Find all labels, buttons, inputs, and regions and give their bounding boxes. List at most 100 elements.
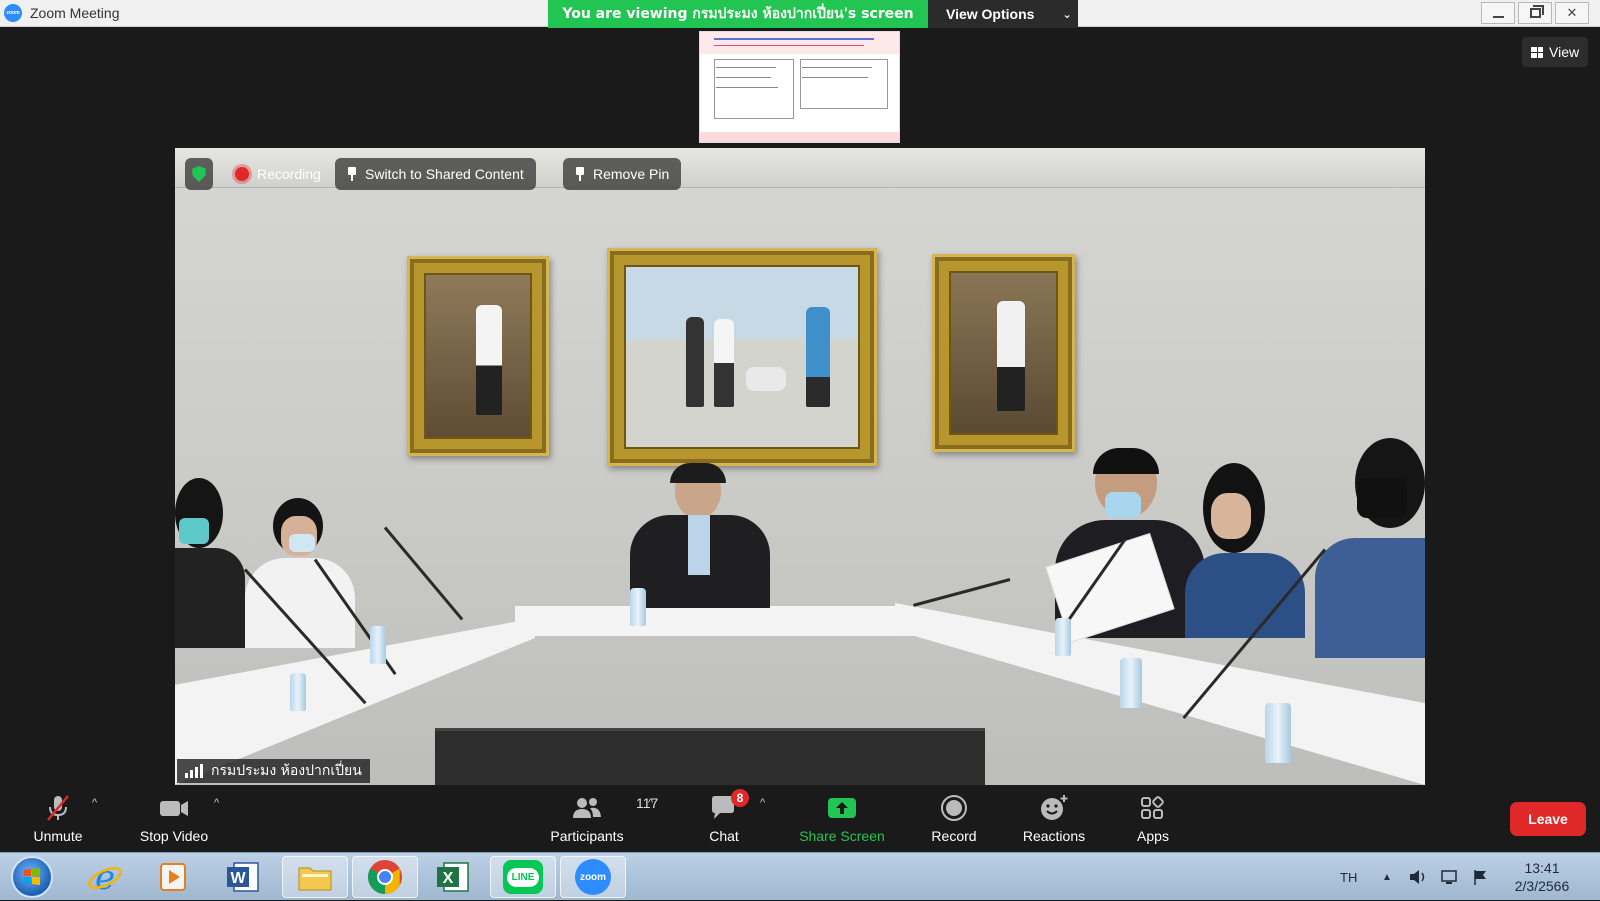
chat-button[interactable]: 8 Chat	[704, 789, 749, 844]
view-options-label: View Options	[946, 6, 1035, 22]
participant-name: กรมประมง ห้องปากเปี่ยน	[211, 763, 362, 779]
close-button[interactable]: ✕	[1555, 2, 1589, 24]
record-button[interactable]: Record	[928, 793, 980, 844]
view-layout-label: View	[1549, 44, 1580, 60]
smiley-icon	[1038, 793, 1070, 823]
chairman-person	[630, 463, 770, 608]
line-icon: LINE	[503, 860, 543, 894]
water-bottle	[290, 673, 306, 711]
close-icon: ✕	[1566, 5, 1578, 20]
network-icon[interactable]	[1440, 853, 1460, 901]
action-center-flag-icon[interactable]	[1472, 853, 1490, 901]
reactions-button[interactable]: Reactions	[1018, 793, 1090, 844]
excel-icon: X	[437, 862, 469, 892]
apps-button[interactable]: Apps	[1132, 793, 1174, 844]
view-layout-button[interactable]: View	[1522, 37, 1589, 67]
recording-indicator[interactable]: Recording	[223, 158, 333, 190]
language-indicator[interactable]: TH	[1340, 853, 1357, 901]
line-app-text: LINE	[506, 867, 540, 887]
word-icon: W	[227, 862, 259, 892]
svg-text:W: W	[230, 870, 246, 887]
zoom-taskbar-button[interactable]: zoom	[560, 856, 626, 898]
zoom-logo-icon: zoom	[4, 4, 22, 22]
portrait-frame-right	[932, 254, 1075, 452]
excel-taskbar-button[interactable]: X	[420, 856, 486, 898]
pin-icon	[347, 167, 357, 181]
stop-video-label: Stop Video	[139, 828, 209, 844]
leave-meeting-button[interactable]: Leave	[1510, 802, 1586, 836]
water-bottle	[370, 626, 386, 664]
remove-pin-button[interactable]: Remove Pin	[563, 158, 682, 190]
switch-to-shared-content-label: Switch to Shared Content	[365, 166, 524, 182]
meeting-toolbar: Unmute ^ Stop Video ^ 117 Participants ^	[0, 785, 1600, 852]
media-player-taskbar-button[interactable]	[140, 856, 206, 898]
show-hidden-icons-icon[interactable]: ▲	[1382, 853, 1392, 901]
security-chip[interactable]	[185, 158, 213, 190]
apps-label: Apps	[1137, 828, 1169, 844]
volume-icon[interactable]	[1408, 853, 1428, 901]
video-options-caret-icon[interactable]: ^	[214, 797, 219, 809]
participant-name-tag: กรมประมง ห้องปากเปี่ยน	[177, 759, 370, 783]
share-screen-label: Share Screen	[799, 828, 885, 844]
svg-text:e: e	[95, 858, 115, 896]
participant-woman-right	[1185, 463, 1305, 638]
chat-badge: 8	[731, 789, 749, 807]
pin-icon	[575, 167, 585, 181]
record-label: Record	[931, 828, 977, 844]
restore-icon	[1529, 8, 1541, 18]
taskbar-clock[interactable]: 13:41 2/3/2566	[1506, 859, 1578, 895]
recording-label: Recording	[257, 166, 321, 182]
shared-screen-thumbnail[interactable]	[699, 31, 900, 143]
water-bottle	[1265, 703, 1291, 763]
participant-woman-left	[245, 498, 355, 648]
remove-pin-label: Remove Pin	[593, 166, 670, 182]
reactions-label: Reactions	[1022, 828, 1086, 844]
chevron-down-icon: ⌄	[1062, 8, 1072, 21]
line-taskbar-button[interactable]: LINE	[490, 856, 556, 898]
participants-icon	[573, 798, 601, 818]
internet-explorer-taskbar-button[interactable]: e	[72, 856, 138, 898]
share-screen-button[interactable]: Share Screen	[796, 793, 888, 844]
meeting-area: View Recording Switch to Shared Content …	[0, 28, 1600, 785]
switch-to-shared-content-button[interactable]: Switch to Shared Content	[335, 158, 536, 190]
share-screen-icon	[826, 793, 858, 823]
windows-taskbar: e W X LINE zoom TH ▲ 13:41 2/3/2566	[0, 852, 1600, 900]
view-options-button[interactable]: View Options ⌄	[928, 0, 1078, 28]
video-camera-icon	[158, 793, 190, 823]
monitor-screen	[435, 728, 985, 785]
participant-edge-right	[1295, 438, 1425, 658]
file-explorer-taskbar-button[interactable]	[282, 856, 348, 898]
active-speaker-video[interactable]: Recording Switch to Shared Content Remov…	[175, 148, 1425, 785]
portrait-frame-center	[607, 248, 877, 466]
participant-edge-left	[175, 478, 245, 648]
unmute-button[interactable]: Unmute	[30, 793, 86, 844]
participants-label: Participants	[550, 828, 624, 844]
apps-icon	[1138, 793, 1168, 823]
start-button[interactable]	[11, 856, 53, 898]
grid-icon	[1531, 46, 1543, 58]
svg-text:X: X	[443, 870, 454, 887]
chrome-taskbar-button[interactable]	[352, 856, 418, 898]
minimize-button[interactable]	[1481, 2, 1515, 24]
stop-video-button[interactable]: Stop Video	[136, 793, 212, 844]
center-table	[515, 606, 915, 636]
window-title: Zoom Meeting	[30, 5, 120, 21]
unmute-label: Unmute	[33, 828, 83, 844]
windows-logo-icon	[24, 868, 40, 885]
chat-label: Chat	[709, 828, 739, 844]
clock-date: 2/3/2566	[1514, 878, 1570, 894]
recording-icon	[235, 167, 249, 181]
word-taskbar-button[interactable]: W	[210, 856, 276, 898]
zoom-app-text: zoom	[579, 871, 607, 883]
internet-explorer-icon: e	[88, 858, 122, 896]
participants-button[interactable]: 117 Participants	[544, 793, 658, 844]
chat-options-caret-icon[interactable]: ^	[760, 797, 765, 809]
restore-button[interactable]	[1518, 2, 1552, 24]
participants-options-caret-icon[interactable]: ^	[648, 797, 653, 809]
folder-icon	[298, 867, 332, 891]
shield-icon	[192, 166, 206, 182]
water-bottle	[1120, 658, 1142, 708]
portrait-frame-left	[407, 256, 549, 456]
audio-options-caret-icon[interactable]: ^	[92, 797, 97, 809]
signal-strength-icon	[185, 764, 203, 778]
